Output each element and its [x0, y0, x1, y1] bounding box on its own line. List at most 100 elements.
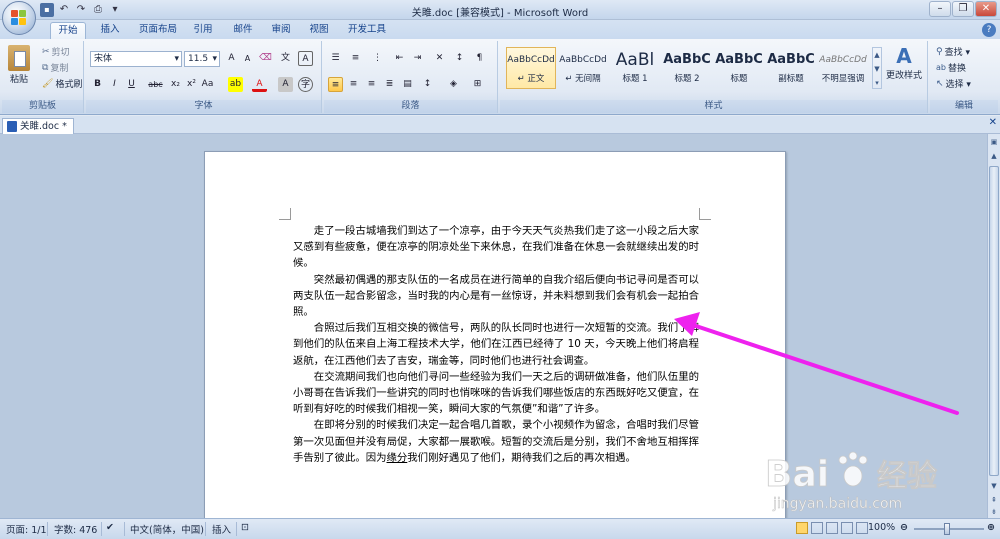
multilevel-list-icon[interactable]: ⋮: [370, 51, 385, 66]
scroll-up-icon[interactable]: ▲: [988, 150, 1000, 162]
change-styles-button[interactable]: A 更改样式: [886, 45, 922, 81]
bold-icon[interactable]: B: [90, 77, 105, 92]
tab-review[interactable]: 审阅: [266, 22, 296, 39]
brush-icon: 🖌: [42, 78, 54, 89]
align-center-icon[interactable]: ≡: [346, 77, 361, 92]
style-normal[interactable]: AaBbCcDd ↵ 正文: [506, 47, 556, 89]
strikethrough-icon[interactable]: abc: [148, 77, 163, 92]
language[interactable]: 中文(简体，中国): [130, 522, 204, 536]
print-layout-icon[interactable]: [796, 522, 808, 534]
paste-icon: [8, 45, 30, 71]
style-heading-1[interactable]: AaBl 标题 1: [610, 47, 660, 89]
underlined-word: 缘分: [386, 451, 408, 464]
zoom-slider[interactable]: [914, 523, 984, 535]
format-painter-button[interactable]: 🖌 格式刷: [42, 77, 82, 91]
document-tab-bar: 关雎.doc * ✕: [0, 116, 1000, 134]
style-no-spacing[interactable]: AaBbCcDd ↵ 无间隔: [558, 47, 608, 89]
insert-mode[interactable]: 插入: [212, 522, 231, 536]
borders-icon[interactable]: ⊞: [470, 77, 485, 92]
font-size-select[interactable]: 11.5 ▾: [184, 51, 220, 67]
style-subtle-emphasis[interactable]: AaBbCcDd 不明显强调: [818, 47, 868, 89]
shading-icon[interactable]: ◈: [446, 77, 461, 92]
replace-label: 替换: [947, 64, 966, 74]
replace-button[interactable]: ab 替换: [936, 61, 966, 74]
document-tab-label: 关雎.doc *: [20, 120, 67, 132]
show-marks-icon[interactable]: ¶: [472, 51, 487, 66]
font-name-select[interactable]: 宋体 ▾: [90, 51, 182, 67]
paste-button[interactable]: 粘贴: [8, 45, 30, 85]
align-justify-icon[interactable]: ≡: [328, 77, 343, 92]
sort-icon[interactable]: ↕: [452, 51, 467, 66]
full-screen-reading-icon[interactable]: [811, 522, 823, 534]
underline-icon[interactable]: U: [124, 77, 139, 92]
style-subtitle[interactable]: AaBbC 副标题: [766, 47, 816, 89]
web-layout-icon[interactable]: [826, 522, 838, 534]
phonetic-guide-icon[interactable]: 文: [278, 51, 293, 66]
zoom-out-icon[interactable]: ⊖: [900, 522, 908, 533]
style-title[interactable]: AaBbC 标题: [714, 47, 764, 89]
numbering-icon[interactable]: ≡: [348, 51, 363, 66]
increase-indent-icon[interactable]: ⇥: [410, 51, 425, 66]
minimize-button[interactable]: –: [929, 1, 951, 17]
close-document-icon[interactable]: ✕: [989, 117, 997, 128]
chinese-layout-icon[interactable]: ✕: [432, 51, 447, 66]
bullets-icon[interactable]: ☰: [328, 51, 343, 66]
zoom-slider-thumb[interactable]: [944, 523, 950, 535]
tab-insert[interactable]: 插入: [92, 22, 128, 39]
divider: [124, 522, 125, 536]
style-heading-2[interactable]: AaBbC 标题 2: [662, 47, 712, 89]
superscript-icon[interactable]: x²: [184, 77, 199, 92]
italic-icon[interactable]: I: [107, 77, 122, 92]
subscript-icon[interactable]: x₂: [168, 77, 183, 92]
scrollbar-thumb[interactable]: [989, 166, 999, 476]
line-spacing-icon[interactable]: ↕: [420, 77, 435, 92]
proofing-icon[interactable]: ✔: [106, 522, 114, 533]
distributed-icon[interactable]: ▤: [400, 77, 415, 92]
document-page[interactable]: 走了一段古城墙我们到达了一个凉亭，由于今天天气炎热我们走了这一小段之后大家又感到…: [204, 151, 786, 521]
shrink-font-icon[interactable]: A: [240, 51, 255, 66]
zoom-in-icon[interactable]: ⊕: [987, 522, 995, 533]
character-border-icon[interactable]: A: [298, 51, 313, 66]
outline-icon[interactable]: [841, 522, 853, 534]
enclose-character-icon[interactable]: 字: [298, 77, 313, 92]
change-styles-label: 更改样式: [886, 71, 923, 81]
font-color-icon[interactable]: A: [252, 77, 267, 92]
tab-view[interactable]: 视图: [304, 22, 334, 39]
styles-scroll[interactable]: ▲ ▼ ▾: [872, 47, 882, 89]
close-button[interactable]: ✕: [975, 1, 997, 17]
macro-recording-icon[interactable]: ⊡: [241, 522, 249, 533]
word-count[interactable]: 字数: 476: [54, 522, 97, 536]
find-button[interactable]: ⚲ 查找 ▾: [936, 45, 970, 59]
ruler-toggle-icon[interactable]: ▣: [988, 136, 1000, 148]
decrease-indent-icon[interactable]: ⇤: [392, 51, 407, 66]
highlight-icon[interactable]: ab: [228, 77, 243, 92]
status-bar: 页面: 1/1 字数: 476 ✔ 中文(简体，中国) 插入 ⊡ 100% ⊖ …: [0, 518, 1000, 539]
draft-icon[interactable]: [856, 522, 868, 534]
document-tab[interactable]: 关雎.doc *: [2, 118, 74, 134]
align-right-icon[interactable]: ≡: [364, 77, 379, 92]
help-icon[interactable]: ?: [982, 23, 996, 37]
cut-button[interactable]: ✂ 剪切: [42, 45, 70, 59]
clear-format-icon[interactable]: ⌫: [258, 51, 273, 66]
character-shading-icon[interactable]: A: [278, 77, 293, 92]
ribbon: 粘贴 ✂ 剪切 ⧉ 复制 🖌 格式刷 剪贴板 宋体 ▾ 11.5 ▾ A A ⌫ 文 A …: [0, 39, 1000, 115]
copy-button[interactable]: ⧉ 复制: [42, 61, 68, 75]
view-buttons: [796, 522, 868, 534]
restore-button[interactable]: ❐: [952, 1, 974, 17]
tab-mailings[interactable]: 邮件: [228, 22, 258, 39]
tab-home[interactable]: 开始: [50, 22, 86, 39]
grow-font-icon[interactable]: A: [224, 51, 239, 66]
tab-references[interactable]: 引用: [188, 22, 218, 39]
select-label: 选择 ▾: [945, 80, 971, 90]
office-button[interactable]: [2, 1, 36, 35]
change-case-icon[interactable]: Aa: [200, 77, 215, 92]
tab-developer[interactable]: 开发工具: [342, 22, 392, 39]
document-body[interactable]: 走了一段古城墙我们到达了一个凉亭，由于今天天气炎热我们走了这一小段之后大家又感到…: [293, 223, 699, 466]
tab-page-layout[interactable]: 页面布局: [134, 22, 182, 39]
select-button[interactable]: ↖ 选择 ▾: [936, 77, 971, 91]
zoom-level[interactable]: 100%: [868, 522, 895, 533]
style-preview: AaBbCcDd: [559, 55, 607, 65]
font-group-label: 字体: [86, 100, 321, 113]
page-count[interactable]: 页面: 1/1: [6, 522, 47, 536]
align-both-icon[interactable]: ≣: [382, 77, 397, 92]
